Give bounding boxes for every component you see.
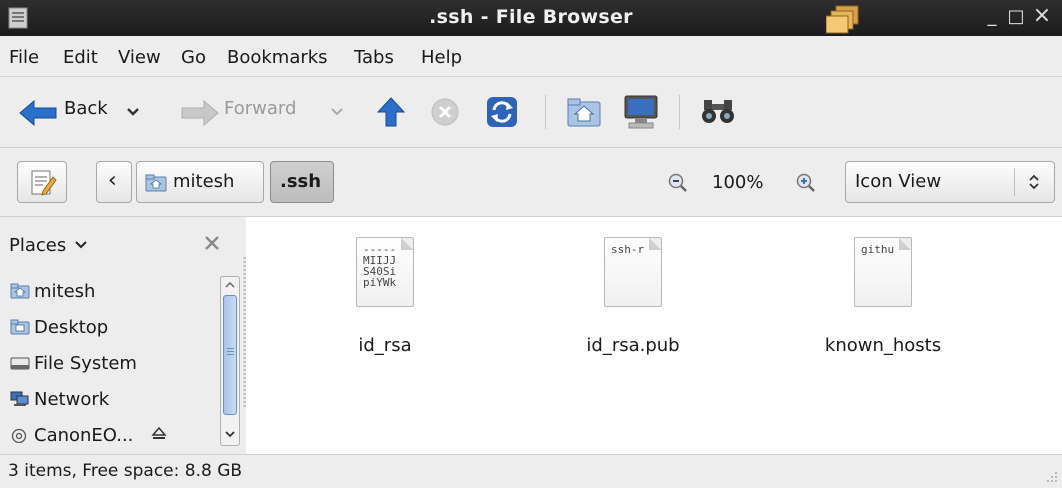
home-folder-icon <box>145 174 167 192</box>
zoom-in-icon[interactable] <box>796 173 816 193</box>
toggle-location-entry-button[interactable] <box>17 161 67 203</box>
menu-help[interactable]: Help <box>421 47 462 68</box>
close-button[interactable]: × <box>1030 3 1054 28</box>
sidebar-item-label: File System <box>34 353 137 374</box>
home-folder-icon[interactable] <box>567 97 601 127</box>
file-name: known_hosts <box>824 335 942 356</box>
status-bar: 3 items, Free space: 8.8 GB <box>0 454 1062 488</box>
menu-edit[interactable]: Edit <box>63 47 98 68</box>
view-mode-select[interactable]: Icon View <box>845 161 1055 203</box>
zoom-level: 100% <box>712 172 764 193</box>
file-name: id_rsa.pub <box>586 335 680 356</box>
zoom-out-icon[interactable] <box>668 173 688 193</box>
sidebar-item-mitesh[interactable]: mitesh <box>10 281 95 302</box>
resize-grip-icon[interactable] <box>1044 469 1058 483</box>
file-name: id_rsa <box>358 335 412 356</box>
menu-go[interactable]: Go <box>181 47 206 68</box>
forward-button[interactable]: Forward <box>180 95 350 131</box>
places-header-label: Places <box>9 235 67 256</box>
sidebar-scrollbar[interactable] <box>220 276 240 446</box>
forward-arrow-icon <box>181 100 219 126</box>
stop-icon[interactable] <box>430 97 460 127</box>
path-segment-mitesh[interactable]: mitesh <box>136 161 264 203</box>
status-text: 3 items, Free space: 8.8 GB <box>8 461 243 481</box>
select-divider <box>1014 168 1015 196</box>
scrollbar-thumb[interactable] <box>223 295 237 415</box>
drive-icon <box>10 357 30 370</box>
window-title: .ssh - File Browser <box>429 6 633 28</box>
menu-tabs[interactable]: Tabs <box>354 47 394 68</box>
back-arrow-icon <box>19 100 57 126</box>
view-mode-value: Icon View <box>855 171 942 192</box>
network-icon <box>10 391 29 406</box>
back-button[interactable]: Back <box>18 95 158 131</box>
sidebar-item-label: mitesh <box>34 281 96 302</box>
window-titlebar[interactable]: .ssh - File Browser _ □ × <box>0 0 1062 36</box>
home-folder-icon <box>10 283 30 299</box>
minimize-button[interactable]: _ <box>980 6 1004 27</box>
file-item-id-rsa[interactable]: ----- MIIJJ S40Si piYWk id_rsa <box>356 237 414 367</box>
file-manager-app-icon <box>826 5 859 34</box>
sidebar-item-label: Desktop <box>34 317 109 338</box>
places-sidebar: Places mitesh Desktop File System Networ… <box>0 217 246 454</box>
chevron-down-icon[interactable] <box>126 107 140 117</box>
menu-bookmarks[interactable]: Bookmarks <box>227 47 328 68</box>
path-segment-ssh[interactable]: .ssh <box>270 161 334 203</box>
back-label: Back <box>64 98 108 119</box>
edit-document-icon <box>31 170 57 196</box>
toolbar-separator <box>679 95 680 129</box>
maximize-button[interactable]: □ <box>1004 6 1028 27</box>
close-sidebar-icon[interactable] <box>203 234 221 252</box>
places-header[interactable]: Places <box>9 235 87 256</box>
location-bar: ‹ mitesh .ssh 100% Icon View <box>0 148 1062 217</box>
reload-icon[interactable] <box>486 96 518 128</box>
path-segment-label: .ssh <box>280 171 322 192</box>
sidebar-item-desktop[interactable]: Desktop <box>10 317 108 338</box>
path-chevron-left-icon: ‹ <box>108 168 117 193</box>
sidebar-item-label: Network <box>34 389 110 410</box>
sidebar-item-network[interactable]: Network <box>10 389 109 410</box>
text-file-icon: ----- MIIJJ S40Si piYWk <box>356 237 414 307</box>
computer-icon[interactable] <box>623 94 659 130</box>
text-file-icon: ssh-r <box>604 237 662 307</box>
chevron-down-icon[interactable] <box>330 107 344 117</box>
file-icon-view[interactable]: ----- MIIJJ S40Si piYWk id_rsa ssh-r id_… <box>246 217 1062 454</box>
file-item-known-hosts[interactable]: githu known_hosts <box>825 237 941 367</box>
eject-icon[interactable] <box>151 426 167 442</box>
forward-label: Forward <box>224 98 297 119</box>
camera-icon <box>11 428 27 443</box>
menubar: File Edit View Go Bookmarks Tabs Help <box>0 36 1062 77</box>
chevron-down-icon <box>75 241 87 249</box>
toolbar: Back Forward <box>0 77 1062 148</box>
binoculars-search-icon[interactable] <box>701 96 735 126</box>
sidebar-item-camera[interactable]: CanonEO... <box>10 425 167 446</box>
updown-chevron-icon <box>1029 174 1039 190</box>
toolbar-separator <box>545 95 546 129</box>
menu-view[interactable]: View <box>118 47 161 68</box>
desktop-folder-icon <box>10 319 30 335</box>
file-item-id-rsa-pub[interactable]: ssh-r id_rsa.pub <box>586 237 680 367</box>
sidebar-item-file-system[interactable]: File System <box>10 353 137 374</box>
up-arrow-icon[interactable] <box>377 96 405 128</box>
scroll-down-icon[interactable] <box>224 429 236 439</box>
scroll-up-icon[interactable] <box>224 280 236 290</box>
menu-file[interactable]: File <box>9 47 39 68</box>
sidebar-item-label: CanonEO... <box>34 425 134 446</box>
path-back-button[interactable]: ‹ <box>96 161 132 203</box>
text-file-icon: githu <box>854 237 912 307</box>
path-segment-label: mitesh <box>173 171 235 192</box>
